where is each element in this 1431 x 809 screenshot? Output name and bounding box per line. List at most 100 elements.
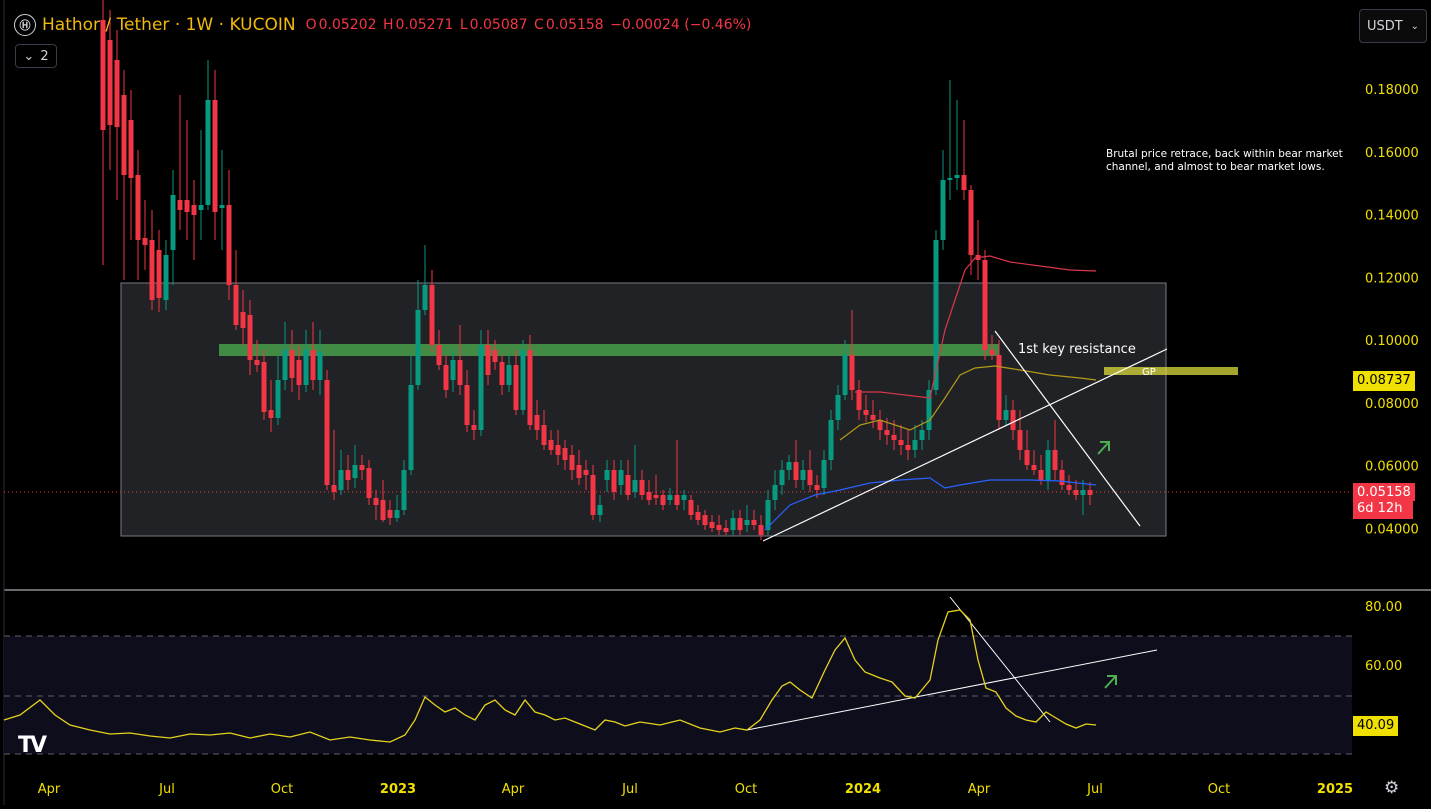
- candle-body: [436, 345, 442, 365]
- candle-body: [800, 470, 806, 480]
- candle-body: [485, 345, 491, 375]
- candle-body: [933, 240, 939, 390]
- gp-zone[interactable]: [1104, 367, 1238, 375]
- time-tick-label: 2023: [380, 782, 416, 797]
- candle-body: [499, 362, 505, 385]
- candlestick[interactable]: [226, 170, 232, 300]
- chevron-down-icon: ⌄: [23, 48, 35, 64]
- candlestick[interactable]: [114, 30, 120, 200]
- candle-body: [590, 475, 596, 515]
- candle-body: [527, 350, 533, 425]
- candle-body: [128, 120, 134, 178]
- candle-body: [639, 480, 645, 495]
- candlestick[interactable]: [184, 120, 190, 240]
- candlestick[interactable]: [975, 220, 981, 280]
- candle-body: [989, 350, 995, 355]
- candle-body: [604, 470, 610, 480]
- candle-body: [1087, 490, 1093, 495]
- candlestick[interactable]: [940, 150, 946, 250]
- price-tick-label: 0.18000: [1365, 83, 1419, 98]
- candle-body: [415, 310, 421, 385]
- symbol-title[interactable]: Hathor / Tether · 1W · KUCOIN: [42, 15, 296, 35]
- candle-body: [877, 420, 883, 430]
- candlestick[interactable]: [961, 120, 967, 200]
- candle-body: [282, 350, 288, 380]
- candle-body: [842, 355, 848, 395]
- candlestick[interactable]: [205, 60, 211, 210]
- candle-body: [513, 365, 519, 410]
- candle-body: [646, 492, 652, 500]
- candle-body: [674, 495, 680, 505]
- candle-body: [940, 180, 946, 240]
- candle-body: [660, 495, 666, 505]
- candlestick[interactable]: [121, 70, 127, 280]
- candlestick[interactable]: [954, 100, 960, 190]
- candle-body: [961, 175, 967, 190]
- candle-body: [982, 260, 988, 350]
- indicators-toggle-button[interactable]: ⌄ 2: [15, 44, 57, 68]
- candle-body: [709, 522, 715, 528]
- candlestick[interactable]: [100, 0, 106, 265]
- resistance-label[interactable]: 1st key resistance: [1018, 342, 1136, 357]
- candlestick[interactable]: [191, 180, 197, 260]
- candle-body: [359, 465, 365, 470]
- high-value: 0.05271: [395, 17, 454, 33]
- candle-body: [1073, 490, 1079, 495]
- price-chart[interactable]: 0.18000 0.16000 0.14000 0.12000 0.10000 0.080…: [0, 0, 1431, 805]
- candlestick[interactable]: [324, 370, 330, 490]
- candlestick[interactable]: [947, 80, 953, 200]
- currency-label: USDT: [1366, 18, 1403, 34]
- candlestick[interactable]: [170, 170, 176, 285]
- candle-body: [1038, 470, 1044, 480]
- candlestick[interactable]: [422, 245, 428, 315]
- candlestick[interactable]: [149, 210, 155, 310]
- candlestick[interactable]: [128, 90, 134, 240]
- candle-body: [912, 440, 918, 450]
- candle-body: [394, 510, 400, 518]
- candle-body: [478, 345, 484, 430]
- resistance-zone[interactable]: [219, 344, 999, 356]
- gear-icon[interactable]: ⚙: [1384, 778, 1404, 798]
- candle-body: [331, 485, 337, 492]
- candlestick[interactable]: [212, 70, 218, 240]
- candlestick[interactable]: [233, 250, 239, 330]
- candle-body: [156, 250, 162, 298]
- candle-body: [121, 95, 127, 175]
- hathor-logo-icon: Ⓗ: [14, 14, 36, 36]
- candle-body: [471, 425, 477, 430]
- time-tick-label: Jul: [1086, 782, 1103, 797]
- candle-body: [191, 205, 197, 215]
- candlestick[interactable]: [198, 130, 204, 240]
- price-tick-label: 0.14000: [1365, 209, 1419, 224]
- candle-body: [492, 350, 498, 362]
- candle-body: [611, 470, 617, 492]
- candlestick[interactable]: [982, 250, 988, 360]
- currency-select[interactable]: USDT ⌄: [1359, 9, 1427, 43]
- candle-body: [898, 440, 904, 445]
- candlestick[interactable]: [429, 270, 435, 352]
- candle-body: [625, 475, 631, 495]
- gp-label[interactable]: GP: [1142, 367, 1156, 378]
- candlestick[interactable]: [520, 340, 526, 415]
- candle-body: [555, 445, 561, 455]
- candle-body: [814, 485, 820, 490]
- chart-note[interactable]: Brutal price retrace, back within bear m…: [1106, 148, 1356, 174]
- candle-body: [114, 60, 120, 127]
- candlestick[interactable]: [135, 150, 141, 280]
- candle-body: [856, 390, 862, 410]
- candlestick[interactable]: [163, 240, 169, 310]
- candle-body: [807, 470, 813, 485]
- candle-body: [681, 495, 687, 500]
- candlestick[interactable]: [177, 95, 183, 230]
- candle-body: [163, 255, 169, 300]
- time-tick-label: 2025: [1317, 782, 1353, 797]
- tradingview-logo[interactable]: TV: [18, 733, 47, 758]
- candle-body: [772, 485, 778, 500]
- price-tick-label: 0.06000: [1365, 460, 1419, 475]
- candlestick[interactable]: [219, 150, 225, 250]
- candlestick[interactable]: [142, 200, 148, 270]
- chart-area[interactable]: 0.18000 0.16000 0.14000 0.12000 0.10000 0.080…: [0, 0, 1431, 805]
- candle-body: [891, 435, 897, 440]
- candlestick[interactable]: [478, 330, 484, 436]
- time-tick-label: Apr: [968, 782, 991, 797]
